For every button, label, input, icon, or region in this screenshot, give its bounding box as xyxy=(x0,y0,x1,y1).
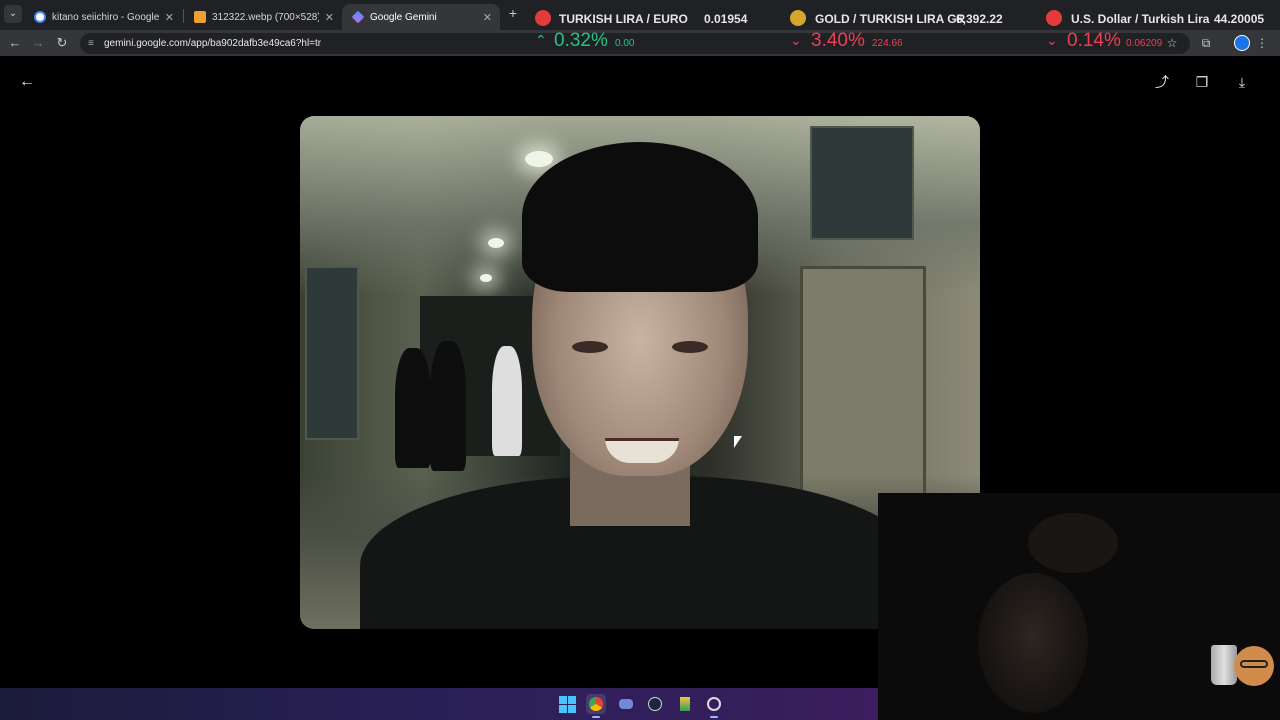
image-subject-eye xyxy=(672,341,708,353)
webcam-face xyxy=(978,573,1088,713)
ticker-try-eur: TURKISH LIRA / EURO 0.01954 ⌃ 0.32% 0.00 xyxy=(535,6,765,54)
app-taskbar-icon[interactable] xyxy=(675,694,695,714)
tab-image-file[interactable]: 312322.webp (700×528) ✕ xyxy=(184,4,342,30)
mouse-cursor xyxy=(734,436,742,448)
gemini-icon xyxy=(351,10,365,24)
ceiling-light xyxy=(480,274,492,282)
image-background-person xyxy=(430,341,466,471)
windows-start-icon[interactable] xyxy=(557,694,577,714)
ticker-gold-try: GOLD / TURKISH LIRA GR 6,392.22 ⌄ 3.40% … xyxy=(790,6,1020,54)
close-tab-icon[interactable]: ✕ xyxy=(325,11,334,24)
ceiling-light xyxy=(488,238,504,248)
windows-taskbar xyxy=(0,688,878,720)
ticker-change-pct: 0.14% xyxy=(1067,30,1121,51)
ticker-name: U.S. Dollar / Turkish Lira xyxy=(1071,12,1210,26)
ticker-change-pct: 0.32% xyxy=(554,30,608,51)
close-tab-icon[interactable]: ✕ xyxy=(483,11,492,24)
forward-icon[interactable]: → xyxy=(29,34,47,52)
up-arrow-icon: ⌃ xyxy=(535,32,547,48)
webcam-overlay xyxy=(878,493,1280,720)
ticker-price: 0.01954 xyxy=(704,12,748,26)
tab-title: Google Gemini xyxy=(370,11,437,23)
image-background-person xyxy=(492,346,522,456)
url-text: gemini.google.com/app/ba902dafb3e49ca6?h… xyxy=(104,38,322,49)
ceiling-light xyxy=(525,151,553,167)
image-icon xyxy=(194,11,206,23)
steam-taskbar-icon[interactable] xyxy=(645,694,665,714)
ticker-name: TURKISH LIRA / EURO xyxy=(559,12,688,26)
site-info-icon[interactable]: ≡ xyxy=(88,33,94,54)
gold-icon xyxy=(790,10,806,26)
reload-icon[interactable]: ↻ xyxy=(53,34,71,52)
back-arrow-icon[interactable]: ← xyxy=(18,73,36,91)
tab-title: 312322.webp (700×528) xyxy=(212,11,319,23)
flag-icon xyxy=(535,10,551,26)
ticker-change-abs: 0.06209 xyxy=(1126,38,1163,49)
flag-icon xyxy=(1046,10,1062,26)
ticker-change-abs: 224.66 xyxy=(872,38,903,49)
back-icon[interactable]: ← xyxy=(6,34,24,52)
tab-google-gemini[interactable]: Google Gemini ✕ xyxy=(342,4,500,30)
image-window xyxy=(810,126,914,240)
ticker-change-abs: 0.00 xyxy=(615,38,635,49)
webcam-hand xyxy=(1028,513,1118,573)
share-icon[interactable]: ⤴ xyxy=(1153,73,1171,91)
image-window xyxy=(305,266,359,440)
obs-taskbar-icon[interactable] xyxy=(704,694,724,718)
image-subject-eye xyxy=(572,341,608,353)
ticker-price: 6,392.22 xyxy=(956,12,1003,26)
tab-google-search[interactable]: kitano seiichiro - Google'da Ara ✕ xyxy=(24,4,182,30)
ticker-usd-try: U.S. Dollar / Turkish Lira 44.20005 ⌄ 0.… xyxy=(1046,6,1276,54)
ticker-change-pct: 3.40% xyxy=(811,30,865,51)
ticker-price: 44.20005 xyxy=(1214,12,1265,26)
copy-icon[interactable]: ❐ xyxy=(1193,73,1211,91)
tab-search-button[interactable]: ⌄ xyxy=(4,5,22,23)
image-background-person xyxy=(395,348,431,468)
discord-taskbar-icon[interactable] xyxy=(616,694,636,714)
new-tab-button[interactable]: + xyxy=(504,5,522,21)
chrome-taskbar-icon[interactable] xyxy=(586,694,606,718)
streamer-avatar-icon xyxy=(1234,646,1274,686)
close-tab-icon[interactable]: ✕ xyxy=(165,11,174,24)
down-arrow-icon: ⌄ xyxy=(790,32,802,48)
glasses-icon xyxy=(1240,660,1268,668)
tab-title: kitano seiichiro - Google'da Ara xyxy=(52,11,159,23)
image-subject-hair xyxy=(522,142,758,292)
down-arrow-icon: ⌄ xyxy=(1046,32,1058,48)
download-icon[interactable]: ⤓ xyxy=(1233,73,1251,91)
ticker-name: GOLD / TURKISH LIRA GR xyxy=(815,12,966,26)
google-icon xyxy=(34,11,46,23)
